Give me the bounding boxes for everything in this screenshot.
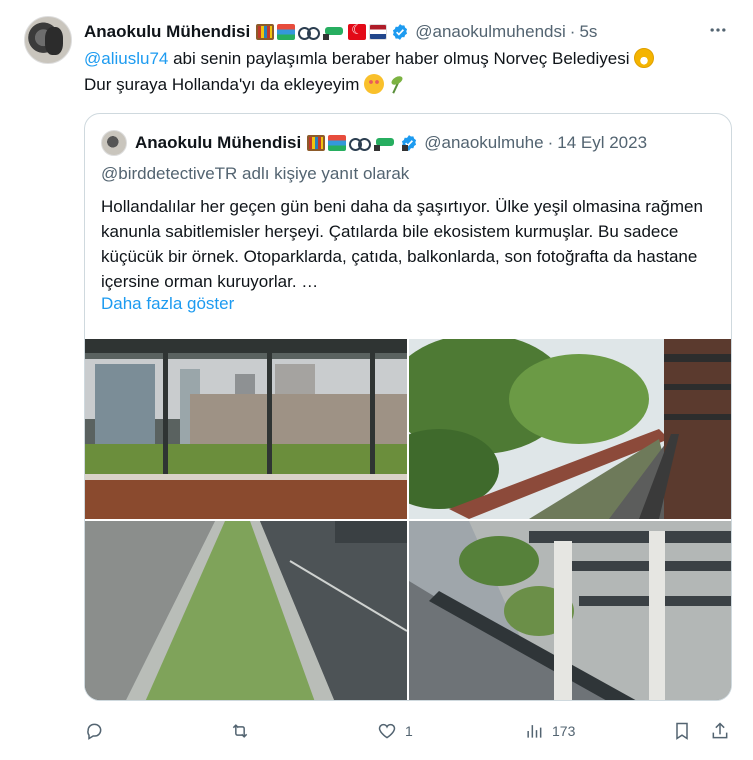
heart-icon [378, 723, 396, 739]
retweet-icon [232, 724, 248, 738]
books-emoji-icon [328, 135, 347, 151]
bicycle-emoji-icon [298, 24, 321, 40]
like-button[interactable]: 1 [377, 714, 413, 748]
quoted-tweet-text: Hollandalılar her geçen gün beni daha da… [101, 197, 703, 291]
quoted-tweet-time[interactable]: 14 Eyl 2023 [557, 133, 647, 153]
retweet-button[interactable] [230, 714, 258, 748]
quoted-author-name[interactable]: Anaokulu Mühendisi [135, 133, 301, 153]
tweet-actions: 1 173 [0, 714, 753, 748]
quoted-name-emoji-row [307, 135, 409, 151]
like-count: 1 [405, 723, 413, 739]
abacus-emoji-icon [307, 135, 326, 151]
views-button[interactable]: 173 [524, 714, 575, 748]
media-photo-3[interactable] [85, 521, 407, 700]
separator-dot: · [569, 22, 576, 41]
tweet-text-line2: Dur şuraya Hollanda'yı da ekleyeyim [84, 75, 365, 94]
reply-icon [87, 723, 102, 740]
verified-badge-icon[interactable] [391, 23, 409, 41]
books-emoji-icon [277, 24, 296, 40]
motorcycle-emoji-icon [374, 135, 409, 151]
tweet-time[interactable]: 5s [579, 22, 597, 42]
mention-link[interactable]: @aliuslu74 [84, 49, 168, 68]
tweet-header: Anaokulu Mühendisi @anaokulmuhendsi · 5s [84, 20, 597, 44]
media-photo-4[interactable] [409, 521, 731, 700]
author-name[interactable]: Anaokulu Mühendisi [84, 22, 250, 42]
views-count: 173 [552, 723, 576, 739]
smiling-emoji-icon [364, 74, 385, 94]
turkey-flag-icon [348, 22, 367, 40]
netherlands-flag-icon [369, 24, 388, 40]
grinning-emoji-icon [634, 48, 655, 68]
tweet-text: @aliuslu74 abi senin paylaşımla beraber … [84, 46, 729, 98]
motorcycle-emoji-icon [323, 24, 358, 40]
reply-context: @birddetectiveTR adlı kişiye yanıt olara… [101, 164, 410, 183]
more-horizontal-icon[interactable] [706, 18, 730, 42]
bookmark-icon [676, 722, 688, 740]
herb-emoji-icon [389, 74, 405, 94]
tweet-text-line1: abi senin paylaşımla beraber haber olmuş… [168, 49, 635, 68]
abacus-emoji-icon [256, 24, 275, 40]
share-icon [712, 722, 728, 739]
name-emoji-row [256, 22, 388, 40]
author-handle[interactable]: @anaokulmuhendsi [415, 22, 566, 42]
media-grid [85, 339, 731, 700]
quoted-author-avatar[interactable] [101, 130, 127, 156]
bookmark-button[interactable] [672, 714, 692, 748]
separator-dot: · [547, 133, 554, 152]
reply-button[interactable] [84, 714, 112, 748]
quoted-header: Anaokulu Mühendisi @anaokulmuhe · 14 Eyl… [135, 131, 647, 155]
analytics-icon [527, 725, 542, 738]
show-more-link[interactable]: Daha fazla göster [101, 294, 234, 314]
share-button[interactable] [710, 714, 730, 748]
bicycle-emoji-icon [349, 135, 372, 151]
tweet[interactable]: Anaokulu Mühendisi @anaokulmuhendsi · 5s… [0, 0, 753, 760]
author-avatar[interactable] [24, 16, 72, 64]
quoted-tweet[interactable]: Anaokulu Mühendisi @anaokulmuhe · 14 Eyl… [84, 113, 732, 701]
media-photo-2[interactable] [409, 339, 731, 519]
media-photo-1[interactable] [85, 339, 407, 519]
quoted-author-handle[interactable]: @anaokulmuhe [424, 133, 543, 153]
